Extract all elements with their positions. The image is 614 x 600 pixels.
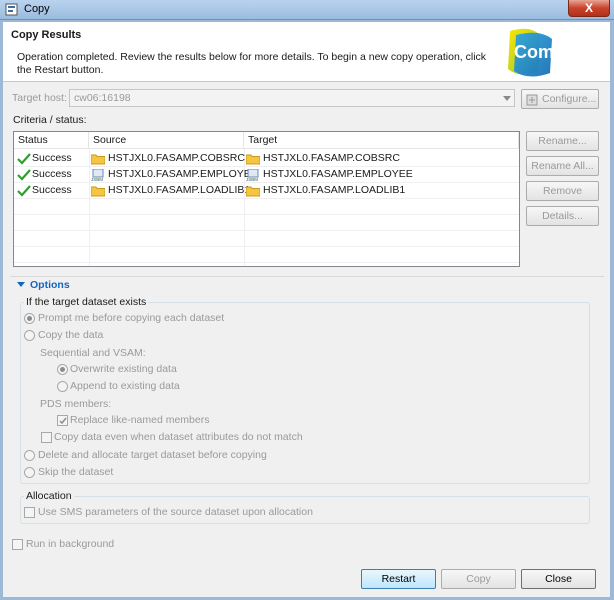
target-host-label: Target host:	[12, 92, 67, 104]
success-check-icon	[17, 153, 31, 165]
svg-text:JSBM: JSBM	[246, 177, 258, 181]
jsbm-dataset-icon: JSBM	[91, 169, 104, 181]
success-check-icon	[17, 185, 31, 197]
header-description: Operation completed. Review the results …	[17, 51, 487, 76]
rename-button[interactable]: Rename...	[526, 131, 599, 151]
table-row[interactable]: Success JSBM HSTJXL0.FASAMP.EMPLOYEE JSB…	[14, 167, 519, 183]
chevron-down-icon[interactable]	[17, 282, 25, 288]
table-row-empty	[14, 199, 519, 215]
table-row[interactable]: Success HSTJXL0.FASAMP.LOADLIB1 HSTJXL0.…	[14, 183, 519, 199]
skip-dataset-radio[interactable]	[24, 467, 35, 478]
replace-like-checkbox[interactable]	[57, 415, 68, 426]
copy-data-radio[interactable]	[24, 330, 35, 341]
delete-allocate-radio[interactable]	[24, 450, 35, 461]
jsbm-dataset-icon: JSBM	[246, 169, 259, 181]
window-close-button[interactable]: X	[568, 0, 610, 17]
folder-icon	[246, 154, 260, 165]
restart-button[interactable]: Restart	[361, 569, 436, 589]
copy-even-checkbox[interactable]	[41, 432, 52, 443]
options-separator	[10, 276, 604, 277]
close-icon: X	[584, 1, 593, 15]
copy-button[interactable]: Copy	[441, 569, 516, 589]
overwrite-radio[interactable]	[57, 364, 68, 375]
configure-icon	[526, 94, 538, 106]
details-button[interactable]: Details...	[526, 206, 599, 226]
configure-button[interactable]: Configure...	[521, 89, 599, 109]
target-host-combo[interactable]: cw06:16198	[69, 89, 515, 107]
folder-icon	[246, 186, 260, 197]
window-title: Copy	[24, 3, 50, 15]
success-check-icon	[17, 169, 31, 181]
logo-text: Compuware	[514, 42, 610, 62]
title-bar: Copy	[0, 0, 614, 20]
page-title: Copy Results	[11, 29, 82, 41]
chevron-down-icon	[503, 96, 511, 101]
table-row-empty	[14, 215, 519, 231]
target-exists-group-label: If the target dataset exists	[24, 296, 149, 309]
column-header-status[interactable]: Status	[14, 132, 89, 149]
results-table[interactable]: Status Source Target Success HSTJXL0.FAS…	[13, 131, 520, 267]
close-button[interactable]: Close	[521, 569, 596, 589]
allocation-group-label: Allocation	[24, 490, 74, 503]
folder-icon	[91, 154, 105, 165]
rename-all-button[interactable]: Rename All...	[526, 156, 599, 176]
append-radio[interactable]	[57, 381, 68, 392]
pds-members-label: PDS members:	[40, 398, 112, 410]
table-row-empty	[14, 247, 519, 263]
seq-vsam-label: Sequential and VSAM:	[40, 347, 146, 359]
table-row[interactable]: Success HSTJXL0.FASAMP.COBSRC HSTJXL0.FA…	[14, 151, 519, 167]
run-background-checkbox[interactable]	[12, 539, 23, 550]
use-sms-checkbox[interactable]	[24, 507, 35, 518]
table-row-empty	[14, 231, 519, 247]
options-section-title[interactable]: Options	[30, 279, 70, 292]
app-icon	[5, 3, 18, 16]
target-host-value: cw06:16198	[74, 92, 131, 104]
folder-icon	[91, 186, 105, 197]
prompt-radio[interactable]	[24, 313, 35, 324]
column-header-source[interactable]: Source	[89, 132, 244, 149]
column-header-target[interactable]: Target	[244, 132, 519, 149]
criteria-label: Criteria / status:	[13, 114, 87, 126]
compuware-logo: Compuware	[508, 28, 610, 77]
remove-button[interactable]: Remove	[526, 181, 599, 201]
svg-text:JSBM: JSBM	[91, 177, 103, 181]
